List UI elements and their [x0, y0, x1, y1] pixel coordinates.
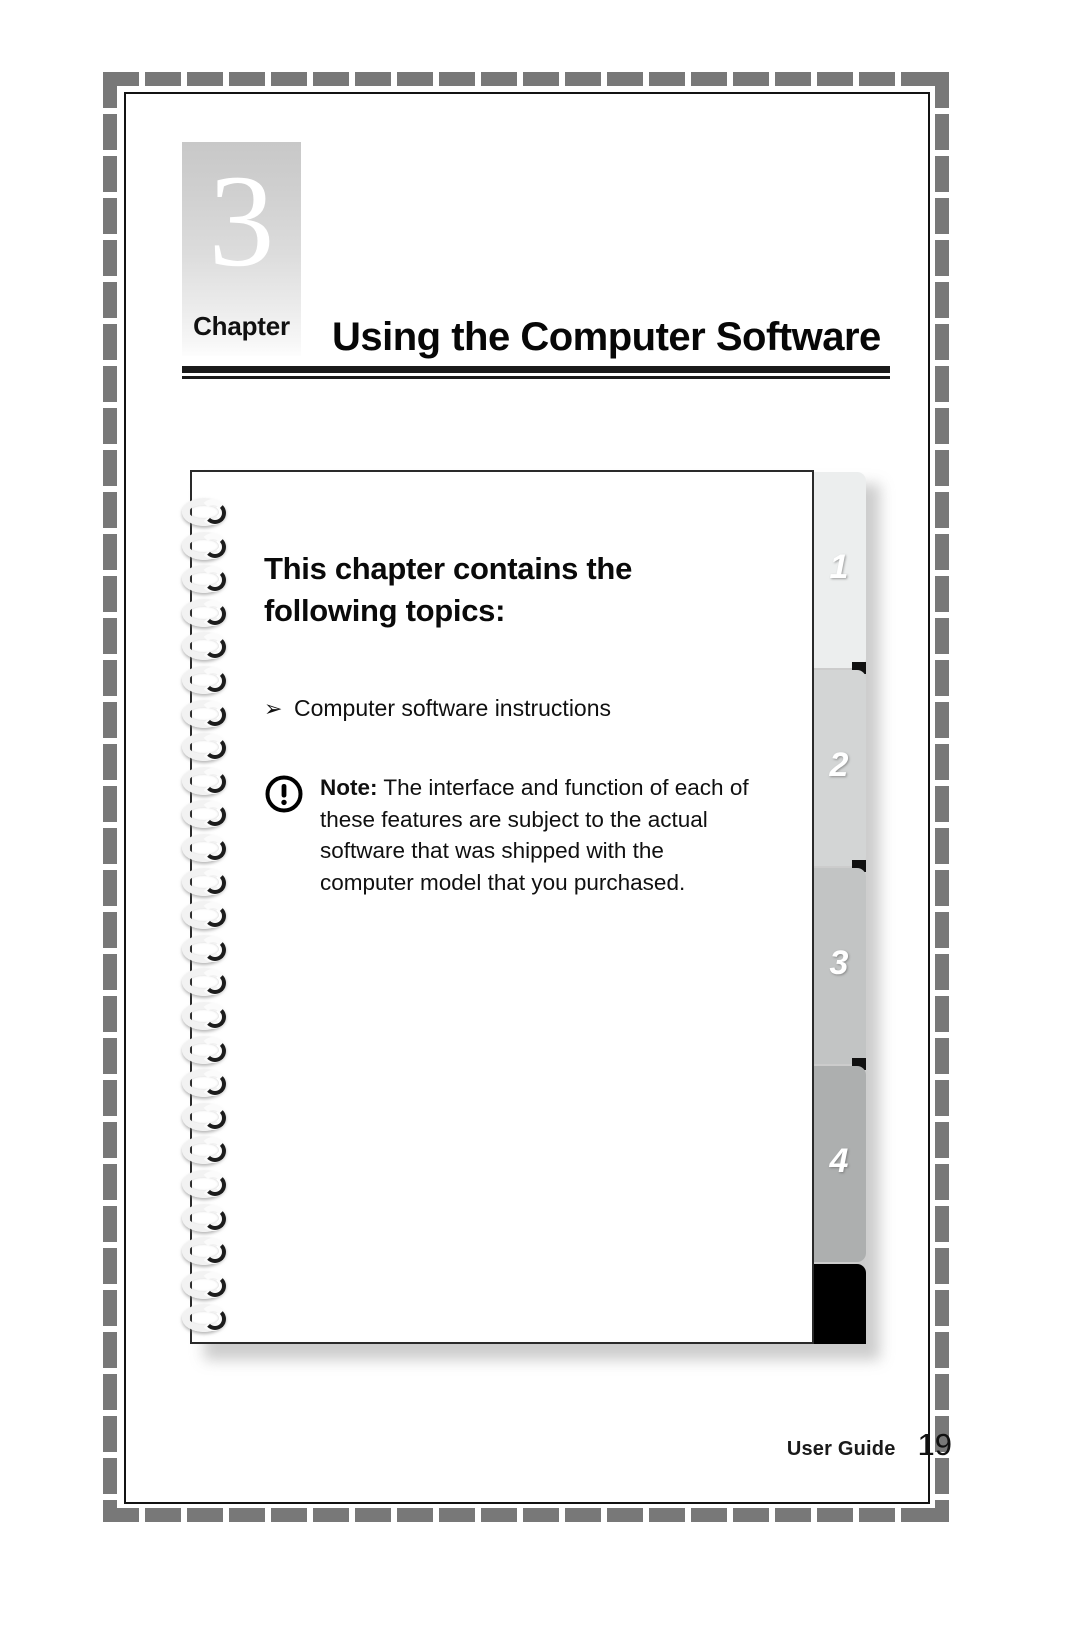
exclamation-circle-icon: [264, 772, 320, 819]
spiral-coil-hook: [204, 1241, 226, 1264]
notebook-tab-4[interactable]: 4: [812, 1066, 866, 1262]
chapter-number: 3: [208, 147, 275, 294]
chapter-badge: 3 Chapter: [182, 142, 301, 356]
tab-divider-stack: 1 2 3 4: [812, 472, 866, 1344]
spiral-coil: [178, 698, 244, 732]
arrow-bullet-icon: ➢: [264, 695, 283, 721]
chapter-header: 3 Chapter Using the Computer Software: [182, 142, 890, 382]
spiral-coil-hook: [204, 905, 226, 928]
spiral-coil: [178, 530, 244, 564]
spiral-coil: [178, 630, 244, 664]
list-item-label: Computer software instructions: [294, 694, 612, 721]
spiral-coil: [178, 798, 244, 832]
spiral-coil: [178, 1202, 244, 1236]
spiral-coil-hook: [204, 703, 226, 726]
topics-heading: This chapter contains the following topi…: [264, 551, 633, 628]
spiral-coil-hook: [204, 602, 226, 625]
spiral-coil-hook: [204, 1274, 226, 1297]
spiral-binding: [178, 496, 252, 1338]
spiral-coil-hook: [204, 804, 226, 827]
notebook-tab-5[interactable]: [812, 1264, 866, 1344]
page-title: Using the Computer Software: [332, 314, 881, 359]
spiral-coil-hook: [204, 737, 226, 760]
notebook-tab-1-number: 1: [829, 548, 849, 586]
chapter-label: Chapter: [193, 311, 290, 341]
spiral-coil: [178, 1034, 244, 1068]
page-footer: User Guide 19: [787, 1427, 952, 1463]
note-description: The interface and function of each of th…: [320, 774, 749, 896]
spiral-coil-hook: [204, 636, 226, 659]
spiral-coil: [178, 933, 244, 967]
spiral-coil: [178, 1269, 244, 1303]
spiral-coil-hook: [204, 838, 226, 860]
spiral-coil: [178, 496, 244, 530]
spiral-coil-hook: [204, 1308, 226, 1331]
footer-label: User Guide: [786, 1438, 896, 1460]
spiral-coil-hook: [204, 1039, 226, 1062]
note-label: Note:: [320, 774, 378, 800]
spiral-coil: [178, 966, 244, 1000]
note-text: Note: The interface and function of each…: [320, 772, 756, 900]
notebook-tab-2-number: 2: [829, 746, 849, 784]
spiral-coil: [178, 899, 244, 933]
header-rule-thin: [182, 376, 890, 379]
spiral-coil: [178, 563, 244, 597]
notebook-tab-4-number: 4: [829, 1142, 849, 1180]
spiral-coil-hook: [204, 972, 226, 995]
spiral-coil: [178, 1067, 244, 1101]
spiral-coil-hook: [204, 1006, 226, 1028]
spiral-coil: [178, 1134, 244, 1168]
spiral-coil: [178, 1302, 244, 1336]
spiral-coil-hook: [204, 871, 226, 894]
spiral-coil-hook: [204, 1174, 226, 1196]
notebook-tab-3-number: 3: [829, 944, 849, 982]
spiral-coil-hook: [204, 1073, 226, 1096]
spiral-coil-hook: [204, 502, 226, 524]
page-number: 19: [917, 1427, 952, 1462]
spiral-coil-hook: [204, 1140, 226, 1163]
spiral-coil: [178, 832, 244, 866]
spiral-coil-hook: [204, 670, 226, 692]
header-rule-thick: [182, 366, 890, 373]
spiral-coil: [178, 1000, 244, 1034]
spiral-coil-hook: [204, 535, 226, 558]
notebook-illustration: 1 2 3 4 This chapter contains the follow…: [182, 470, 880, 1360]
spiral-coil-hook: [204, 1207, 226, 1230]
notebook-content: This chapter contains the following topi…: [264, 548, 784, 899]
notebook-tab-2[interactable]: 2: [812, 670, 866, 872]
notebook-tab-1[interactable]: 1: [812, 472, 866, 674]
spiral-coil: [178, 731, 244, 765]
list-item: ➢ Computer software instructions: [264, 694, 784, 724]
spiral-coil-hook: [204, 569, 226, 592]
spiral-coil: [178, 597, 244, 631]
spiral-coil: [178, 1101, 244, 1135]
spiral-coil: [178, 664, 244, 698]
spiral-coil-hook: [204, 938, 226, 961]
spiral-coil: [178, 1168, 244, 1202]
frame-dash-top: [103, 72, 949, 86]
spiral-coil-hook: [204, 770, 226, 793]
spiral-coil: [178, 765, 244, 799]
spiral-coil: [178, 1235, 244, 1269]
frame-dash-right: [935, 72, 949, 1522]
notebook-tab-3[interactable]: 3: [812, 868, 866, 1070]
frame-dash-left: [103, 72, 117, 1522]
spiral-coil: [178, 866, 244, 900]
note-callout: Note: The interface and function of each…: [264, 772, 784, 900]
spiral-coil-hook: [204, 1106, 226, 1129]
frame-dash-bottom: [103, 1508, 949, 1522]
notebook-page: This chapter contains the following topi…: [182, 470, 814, 1344]
